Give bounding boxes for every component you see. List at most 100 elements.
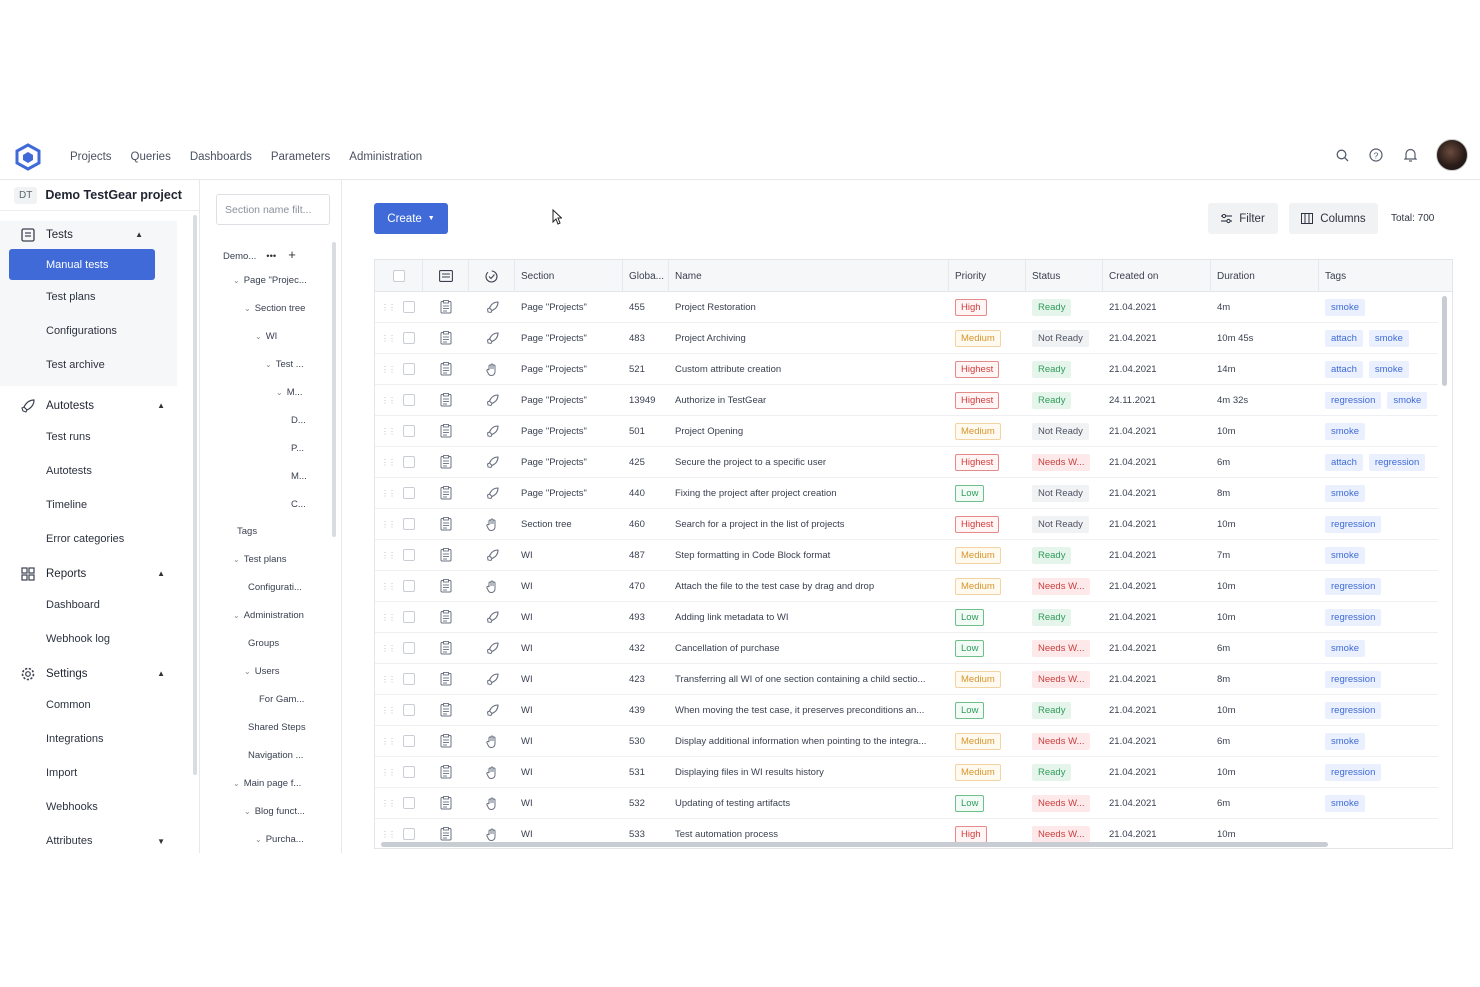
search-icon[interactable] [1334,147,1350,163]
row-checkbox[interactable] [403,394,415,406]
tag-badge[interactable]: smoke [1325,546,1365,564]
tag-badge[interactable]: smoke [1368,329,1409,347]
drag-handle-icon[interactable]: ⋮⋮ [381,768,396,777]
chevron-down-icon[interactable]: ⌄ [233,555,240,564]
test-name-link[interactable]: Transferring all WI of one section conta… [675,664,945,694]
tree-node[interactable]: ⌄ Administration [233,610,304,621]
row-checkbox[interactable] [403,704,415,716]
drag-handle-icon[interactable]: ⋮⋮ [381,613,396,622]
chevron-down-icon[interactable]: ⌄ [233,276,240,285]
sidebar-item-manual-tests[interactable]: Manual tests [9,249,155,280]
table-horizontal-scrollbar[interactable] [381,842,1328,847]
table-row[interactable]: ⋮⋮ Page "Projects" 455 Project Restoration H… [375,292,1438,323]
table-row[interactable]: ⋮⋮ Section tree 460 Search for a project in… [375,509,1438,540]
collapse-icon[interactable]: ▲ [157,401,165,410]
table-row[interactable]: ⋮⋮ WI 530 Display additional information wh… [375,726,1438,757]
row-checkbox[interactable] [403,301,415,313]
row-checkbox[interactable] [403,425,415,437]
chevron-down-icon[interactable]: ⌄ [233,779,240,788]
name-column-header[interactable]: Name [669,260,949,292]
chevron-down-icon[interactable]: ⌄ [265,360,272,369]
nav-queries[interactable]: Queries [131,151,171,163]
nav-parameters[interactable]: Parameters [271,151,330,163]
row-checkbox[interactable] [403,363,415,375]
tag-badge[interactable]: smoke [1325,422,1365,440]
sidebar-item-import[interactable]: Import [0,756,199,790]
sidebar-item-configurations[interactable]: Configurations [0,314,177,348]
bell-icon[interactable] [1402,147,1418,163]
collapse-icon[interactable]: ▲ [157,569,165,578]
tag-badge[interactable]: regression [1368,453,1426,471]
sidebar-item-autotests[interactable]: Autotests [0,454,199,488]
sidebar-scrollbar[interactable] [193,215,197,775]
tree-node[interactable]: ⌄ M... [276,387,303,398]
tag-badge[interactable]: smoke [1325,639,1365,657]
tree-node[interactable]: ⌄ Test plans [233,554,286,565]
drag-handle-icon[interactable]: ⋮⋮ [381,334,396,343]
tag-badge[interactable]: regression [1325,515,1382,533]
chevron-down-icon[interactable]: ⌄ [233,611,240,620]
row-checkbox[interactable] [403,549,415,561]
table-row[interactable]: ⋮⋮ WI 439 When moving the test case, it pre… [375,695,1438,726]
drag-handle-icon[interactable]: ⋮⋮ [381,396,396,405]
test-name-link[interactable]: Updating of testing artifacts [675,788,945,818]
test-name-link[interactable]: Project Restoration [675,292,945,322]
global-id-column-header[interactable]: Globa... [623,260,669,292]
tags-column-header[interactable]: Tags [1319,260,1452,292]
tag-badge[interactable]: attach [1325,453,1363,471]
table-row[interactable]: ⋮⋮ Page "Projects" 501 Project Opening Mediu… [375,416,1438,447]
drag-handle-icon[interactable]: ⋮⋮ [381,489,396,498]
automation-column-header[interactable] [469,260,515,292]
tree-node[interactable]: Shared Steps [248,722,306,733]
autotests-section-header[interactable]: Autotests ▲ [0,392,199,420]
tag-badge[interactable]: regression [1325,670,1382,688]
more-icon[interactable]: ••• [266,251,276,262]
project-header[interactable]: DT Demo TestGear project [0,180,199,211]
tag-badge[interactable]: smoke [1325,484,1365,502]
sidebar-item-common[interactable]: Common [0,688,199,722]
test-name-link[interactable]: Fixing the project after project creatio… [675,478,945,508]
tag-badge[interactable]: smoke [1368,360,1409,378]
tests-section-header[interactable]: Tests ▲ [0,221,177,249]
test-name-link[interactable]: Secure the project to a specific user [675,447,945,477]
drag-handle-icon[interactable]: ⋮⋮ [381,551,396,560]
tag-badge[interactable]: attach [1325,329,1363,347]
test-name-link[interactable]: Step formatting in Code Block format [675,540,945,570]
table-row[interactable]: ⋮⋮ Page "Projects" 440 Fixing the project a… [375,478,1438,509]
drag-handle-icon[interactable]: ⋮⋮ [381,582,396,591]
add-section-icon[interactable]: + [288,247,296,262]
tree-node[interactable]: Configurati... [248,582,302,593]
settings-section-header[interactable]: Settings ▲ [0,660,199,688]
created-on-column-header[interactable]: Created on [1103,260,1211,292]
collapse-icon[interactable]: ▲ [157,669,165,678]
tree-node[interactable]: ⌄ Main page f... [233,778,301,789]
drag-handle-icon[interactable]: ⋮⋮ [381,644,396,653]
row-checkbox[interactable] [403,580,415,592]
drag-handle-icon[interactable]: ⋮⋮ [381,706,396,715]
filter-button[interactable]: Filter [1208,203,1278,234]
tag-badge[interactable]: smoke [1325,794,1365,812]
table-row[interactable]: ⋮⋮ WI 470 Attach the file to the test case … [375,571,1438,602]
nav-projects[interactable]: Projects [70,151,112,163]
tree-node[interactable]: ⌄ Section tree [244,303,305,314]
tag-badge[interactable]: attach [1325,360,1363,378]
chevron-down-icon[interactable]: ⌄ [244,807,251,816]
row-checkbox[interactable] [403,611,415,623]
row-checkbox[interactable] [403,828,415,840]
tree-node[interactable]: P... [291,443,304,454]
test-name-link[interactable]: Custom attribute creation [675,354,945,384]
expand-icon[interactable]: ▼ [157,837,165,846]
tree-node[interactable]: ⌄ Page "Projec... [233,275,307,286]
status-column-header[interactable]: Status [1026,260,1103,292]
tree-node[interactable]: For Gam... [259,694,304,705]
tree-node[interactable]: ⌄ Test ... [265,359,304,370]
tree-node[interactable]: M... [291,471,307,482]
sidebar-item-dashboard[interactable]: Dashboard [0,588,199,622]
test-name-link[interactable]: When moving the test case, it preserves … [675,695,945,725]
tree-node[interactable]: ⌄ Users [244,666,280,677]
tree-scrollbar[interactable] [332,242,336,537]
tree-node[interactable]: ⌄ WI [255,331,277,342]
drag-handle-icon[interactable]: ⋮⋮ [381,799,396,808]
table-row[interactable]: ⋮⋮ WI 531 Displaying files in WI results hi… [375,757,1438,788]
create-button[interactable]: Create ▼ [374,203,448,234]
